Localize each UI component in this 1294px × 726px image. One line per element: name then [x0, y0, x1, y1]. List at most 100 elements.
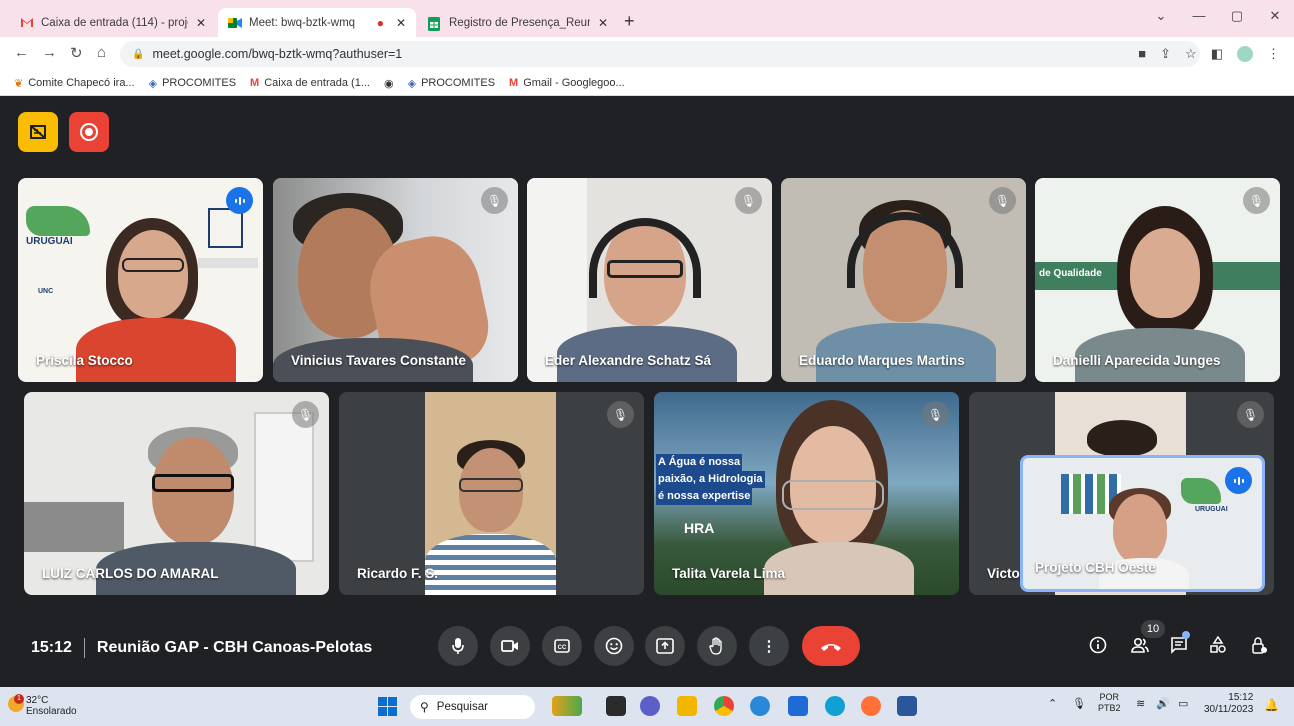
- reactions-button[interactable]: [594, 626, 634, 666]
- host-controls-button[interactable]: [1250, 636, 1268, 659]
- bookmarks-bar: ❦ Comite Chapecó ira... ◈ PROCOMITES M Caix…: [0, 71, 1294, 96]
- sidepanel-icon[interactable]: ◧: [1211, 46, 1223, 62]
- camera-button[interactable]: [490, 626, 530, 666]
- sheets-icon: [428, 16, 442, 31]
- teams-chat-icon[interactable]: [640, 696, 660, 716]
- participant-name: LUIZ CARLOS DO AMARAL: [42, 566, 219, 581]
- mic-off-icon: 🎙: [1243, 187, 1270, 214]
- menu-icon[interactable]: ⋮: [1267, 46, 1280, 62]
- chat-button[interactable]: [1170, 636, 1188, 659]
- minimize-button[interactable]: —: [1180, 8, 1218, 24]
- file-explorer-icon[interactable]: [677, 696, 697, 716]
- close-tab-icon[interactable]: ✕: [196, 16, 206, 30]
- chevron-down-icon[interactable]: ⌄: [1142, 8, 1180, 24]
- map-logo-shape: [26, 206, 90, 236]
- microphone-button[interactable]: [438, 626, 478, 666]
- self-view-name: Projeto CBH Oeste: [1035, 560, 1156, 575]
- close-tab-icon[interactable]: ✕: [598, 16, 608, 30]
- present-button[interactable]: [645, 626, 685, 666]
- new-tab-button[interactable]: +: [624, 11, 635, 32]
- bookmark-item[interactable]: ◈ PROCOMITES: [149, 77, 236, 90]
- tab-gmail[interactable]: Caixa de entrada (114) - projeto ✕: [10, 8, 216, 37]
- windows-taskbar: 1 32°C Ensolarado ⚲ Pesquisar ⌃ 🎙 POR PT…: [0, 687, 1294, 726]
- weather-badge: 1: [14, 694, 24, 704]
- volume-icon[interactable]: 🔊: [1156, 697, 1170, 710]
- raise-hand-button[interactable]: [697, 626, 737, 666]
- maximize-button[interactable]: ▢: [1218, 8, 1256, 24]
- gmail-icon: [20, 17, 34, 29]
- chrome-icon[interactable]: [714, 696, 734, 716]
- home-icon[interactable]: ⌂: [97, 44, 106, 61]
- shapes-icon: [1210, 635, 1226, 653]
- camera-icon[interactable]: ■: [1138, 46, 1146, 62]
- address-bar[interactable]: 🔒 meet.google.com/bwq-bztk-wmq?authuser=…: [120, 41, 1200, 67]
- captions-off-button[interactable]: [18, 112, 58, 152]
- globe-icon: ◉: [384, 77, 394, 90]
- logo-box: [208, 208, 243, 248]
- activities-button[interactable]: [1209, 635, 1227, 659]
- star-icon[interactable]: ☆: [1185, 46, 1197, 62]
- glasses: [607, 260, 683, 278]
- participant-name: Priscila Stocco: [36, 353, 133, 368]
- person-face: [118, 230, 188, 318]
- windows-start-icon[interactable]: [378, 697, 397, 721]
- people-button[interactable]: [1130, 636, 1150, 659]
- captions-button[interactable]: CC: [542, 626, 582, 666]
- participant-tile[interactable]: 🎙 Vinicius Tavares Constante: [273, 178, 518, 382]
- slogan-line: é nossa expertise: [656, 488, 753, 505]
- bookmark-item[interactable]: ❦ Comite Chapecó ira...: [14, 77, 135, 90]
- notification-bell-icon[interactable]: 🔔: [1264, 698, 1279, 712]
- skype-icon[interactable]: [750, 696, 770, 716]
- share-icon[interactable]: ⇪: [1160, 46, 1171, 62]
- slogan-line: A Água é nossa: [656, 454, 743, 471]
- participant-tile[interactable]: 🎙 Eder Alexandre Schatz Sá: [527, 178, 772, 382]
- slogan-line: paixão, a Hidrologia: [656, 471, 765, 488]
- close-window-button[interactable]: ✕: [1256, 8, 1294, 24]
- word-icon[interactable]: [897, 696, 917, 716]
- profile-avatar-icon[interactable]: [1237, 46, 1253, 62]
- wifi-icon[interactable]: ≋: [1136, 697, 1145, 710]
- participant-tile[interactable]: A Água é nossa paixão, a Hidrologia é no…: [654, 392, 959, 595]
- lock-icon: 🔒: [132, 48, 145, 60]
- bookmark-item[interactable]: M Caixa de entrada (1...: [250, 77, 370, 89]
- search-icon: ⚲: [420, 700, 429, 714]
- language-indicator[interactable]: POR PTB2: [1098, 692, 1121, 714]
- recording-button[interactable]: [69, 112, 109, 152]
- close-tab-icon[interactable]: ✕: [396, 16, 406, 30]
- captions-icon: CC: [554, 639, 570, 653]
- more-options-button[interactable]: ⋮: [749, 626, 789, 666]
- person-face: [1130, 228, 1200, 318]
- battery-icon[interactable]: ▭: [1178, 697, 1188, 710]
- bookmark-item[interactable]: ◈ PROCOMITES: [408, 77, 495, 90]
- back-arrow-icon[interactable]: ←: [14, 44, 29, 61]
- leave-call-button[interactable]: [802, 626, 860, 666]
- reload-icon[interactable]: ↻: [70, 44, 83, 62]
- clock[interactable]: 15:12 30/11/2023: [1204, 692, 1253, 716]
- mic-off-icon: 🎙: [607, 401, 634, 428]
- task-view-icon[interactable]: [606, 696, 626, 716]
- edge-icon[interactable]: [825, 696, 845, 716]
- participant-tile[interactable]: 🎙 Ricardo F. S.: [339, 392, 644, 595]
- keyboard-layout: PTB2: [1098, 703, 1121, 713]
- store-icon[interactable]: [788, 696, 808, 716]
- participant-name: Eder Alexandre Schatz Sá: [545, 353, 712, 368]
- bookmark-item[interactable]: ◉: [384, 77, 394, 90]
- participant-tile[interactable]: URUGUAI UNC Priscila Stocco: [18, 178, 263, 382]
- participant-tile[interactable]: de Qualidade 🎙 Danielli Aparecida Junges: [1035, 178, 1280, 382]
- microphone-tray-icon[interactable]: 🎙: [1072, 697, 1086, 710]
- self-view-tile[interactable]: URUGUAI Projeto CBH Oeste: [1020, 455, 1265, 592]
- meeting-details-button[interactable]: [1089, 636, 1107, 659]
- weather-widget[interactable]: 32°C Ensolarado: [26, 695, 77, 717]
- logo-text: URUGUAI: [26, 236, 73, 247]
- bookmark-item[interactable]: M Gmail - Googlegoo...: [509, 77, 625, 89]
- tab-sheets[interactable]: Registro de Presença_Reunião d ✕: [418, 8, 618, 37]
- forward-arrow-icon[interactable]: →: [42, 44, 57, 61]
- chevron-up-icon[interactable]: ⌃: [1048, 697, 1057, 710]
- firefox-icon[interactable]: [861, 696, 881, 716]
- participant-tile[interactable]: 🎙 LUIZ CARLOS DO AMARAL: [24, 392, 329, 595]
- glasses: [782, 480, 884, 510]
- taskbar-search[interactable]: ⚲ Pesquisar: [410, 695, 535, 719]
- tab-meet[interactable]: Meet: bwq-bztk-wmq ● ✕: [218, 8, 416, 37]
- participant-tile[interactable]: 🎙 Eduardo Marques Martins: [781, 178, 1026, 382]
- widgets-icon[interactable]: [552, 696, 582, 716]
